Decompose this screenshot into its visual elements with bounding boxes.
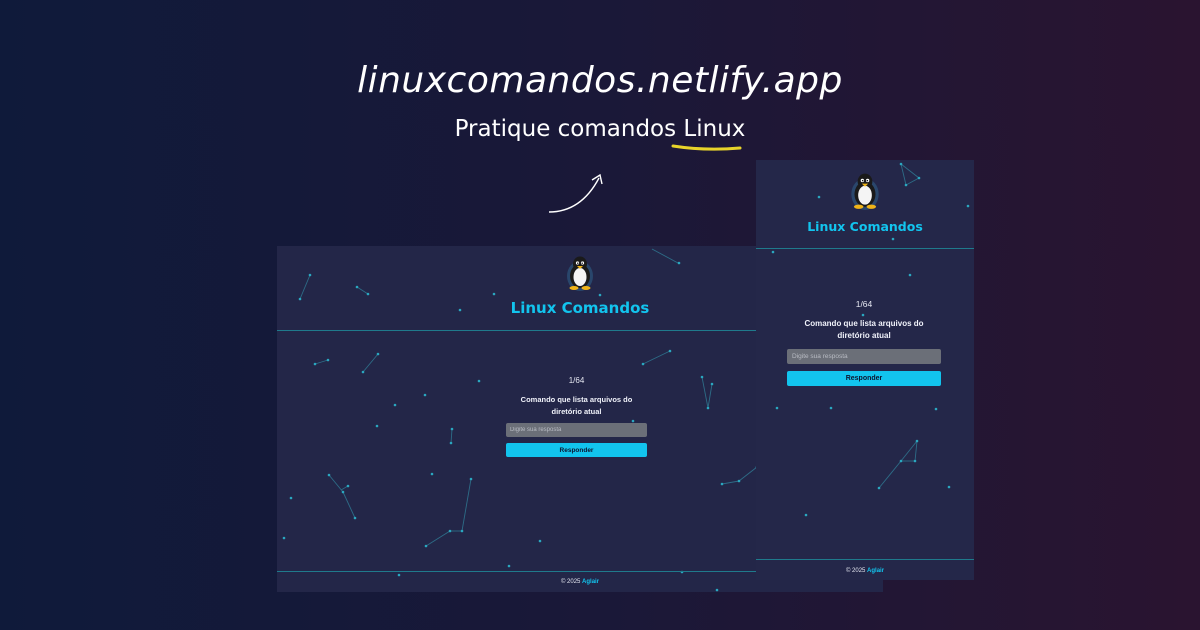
quiz-card: 1/64 Comando que lista arquivos do diret… [787,299,941,386]
question-counter: 1/64 [568,376,585,385]
footer-copyright: © 2025 [560,579,583,585]
answer-input[interactable] [506,423,647,438]
submit-button[interactable]: Responder [787,370,941,386]
tagline: Pratique comandos Linux [0,116,1200,142]
tagline-highlight: Linux [683,116,746,142]
answer-input[interactable] [787,348,941,364]
curved-arrow-icon [548,173,603,213]
app-footer: © 2025 Aglair [756,559,974,580]
submit-button[interactable]: Responder [506,443,647,458]
tagline-prefix: Pratique comandos [454,116,684,142]
footer-copyright: © 2025 [845,568,868,574]
tux-penguin-icon [564,254,596,297]
footer-author-link[interactable]: Aglair [582,579,599,585]
question-text: Comando que lista arquivos do diretório … [520,395,633,416]
footer-author-link[interactable]: Aglair [867,568,884,574]
site-url-headline: linuxcomandos.netlify.app [357,60,843,101]
mobile-preview: Linux Comandos 1/64 Comando que lista ar… [756,160,974,580]
tux-penguin-icon [848,171,882,216]
question-text: Comando que lista arquivos do diretório … [804,319,924,341]
app-title: Linux Comandos [807,219,923,234]
quiz-card: 1/64 Comando que lista arquivos do diret… [506,376,647,458]
question-counter: 1/64 [855,299,873,309]
highlight-underline [671,144,742,151]
app-header: Linux Comandos [756,160,974,249]
